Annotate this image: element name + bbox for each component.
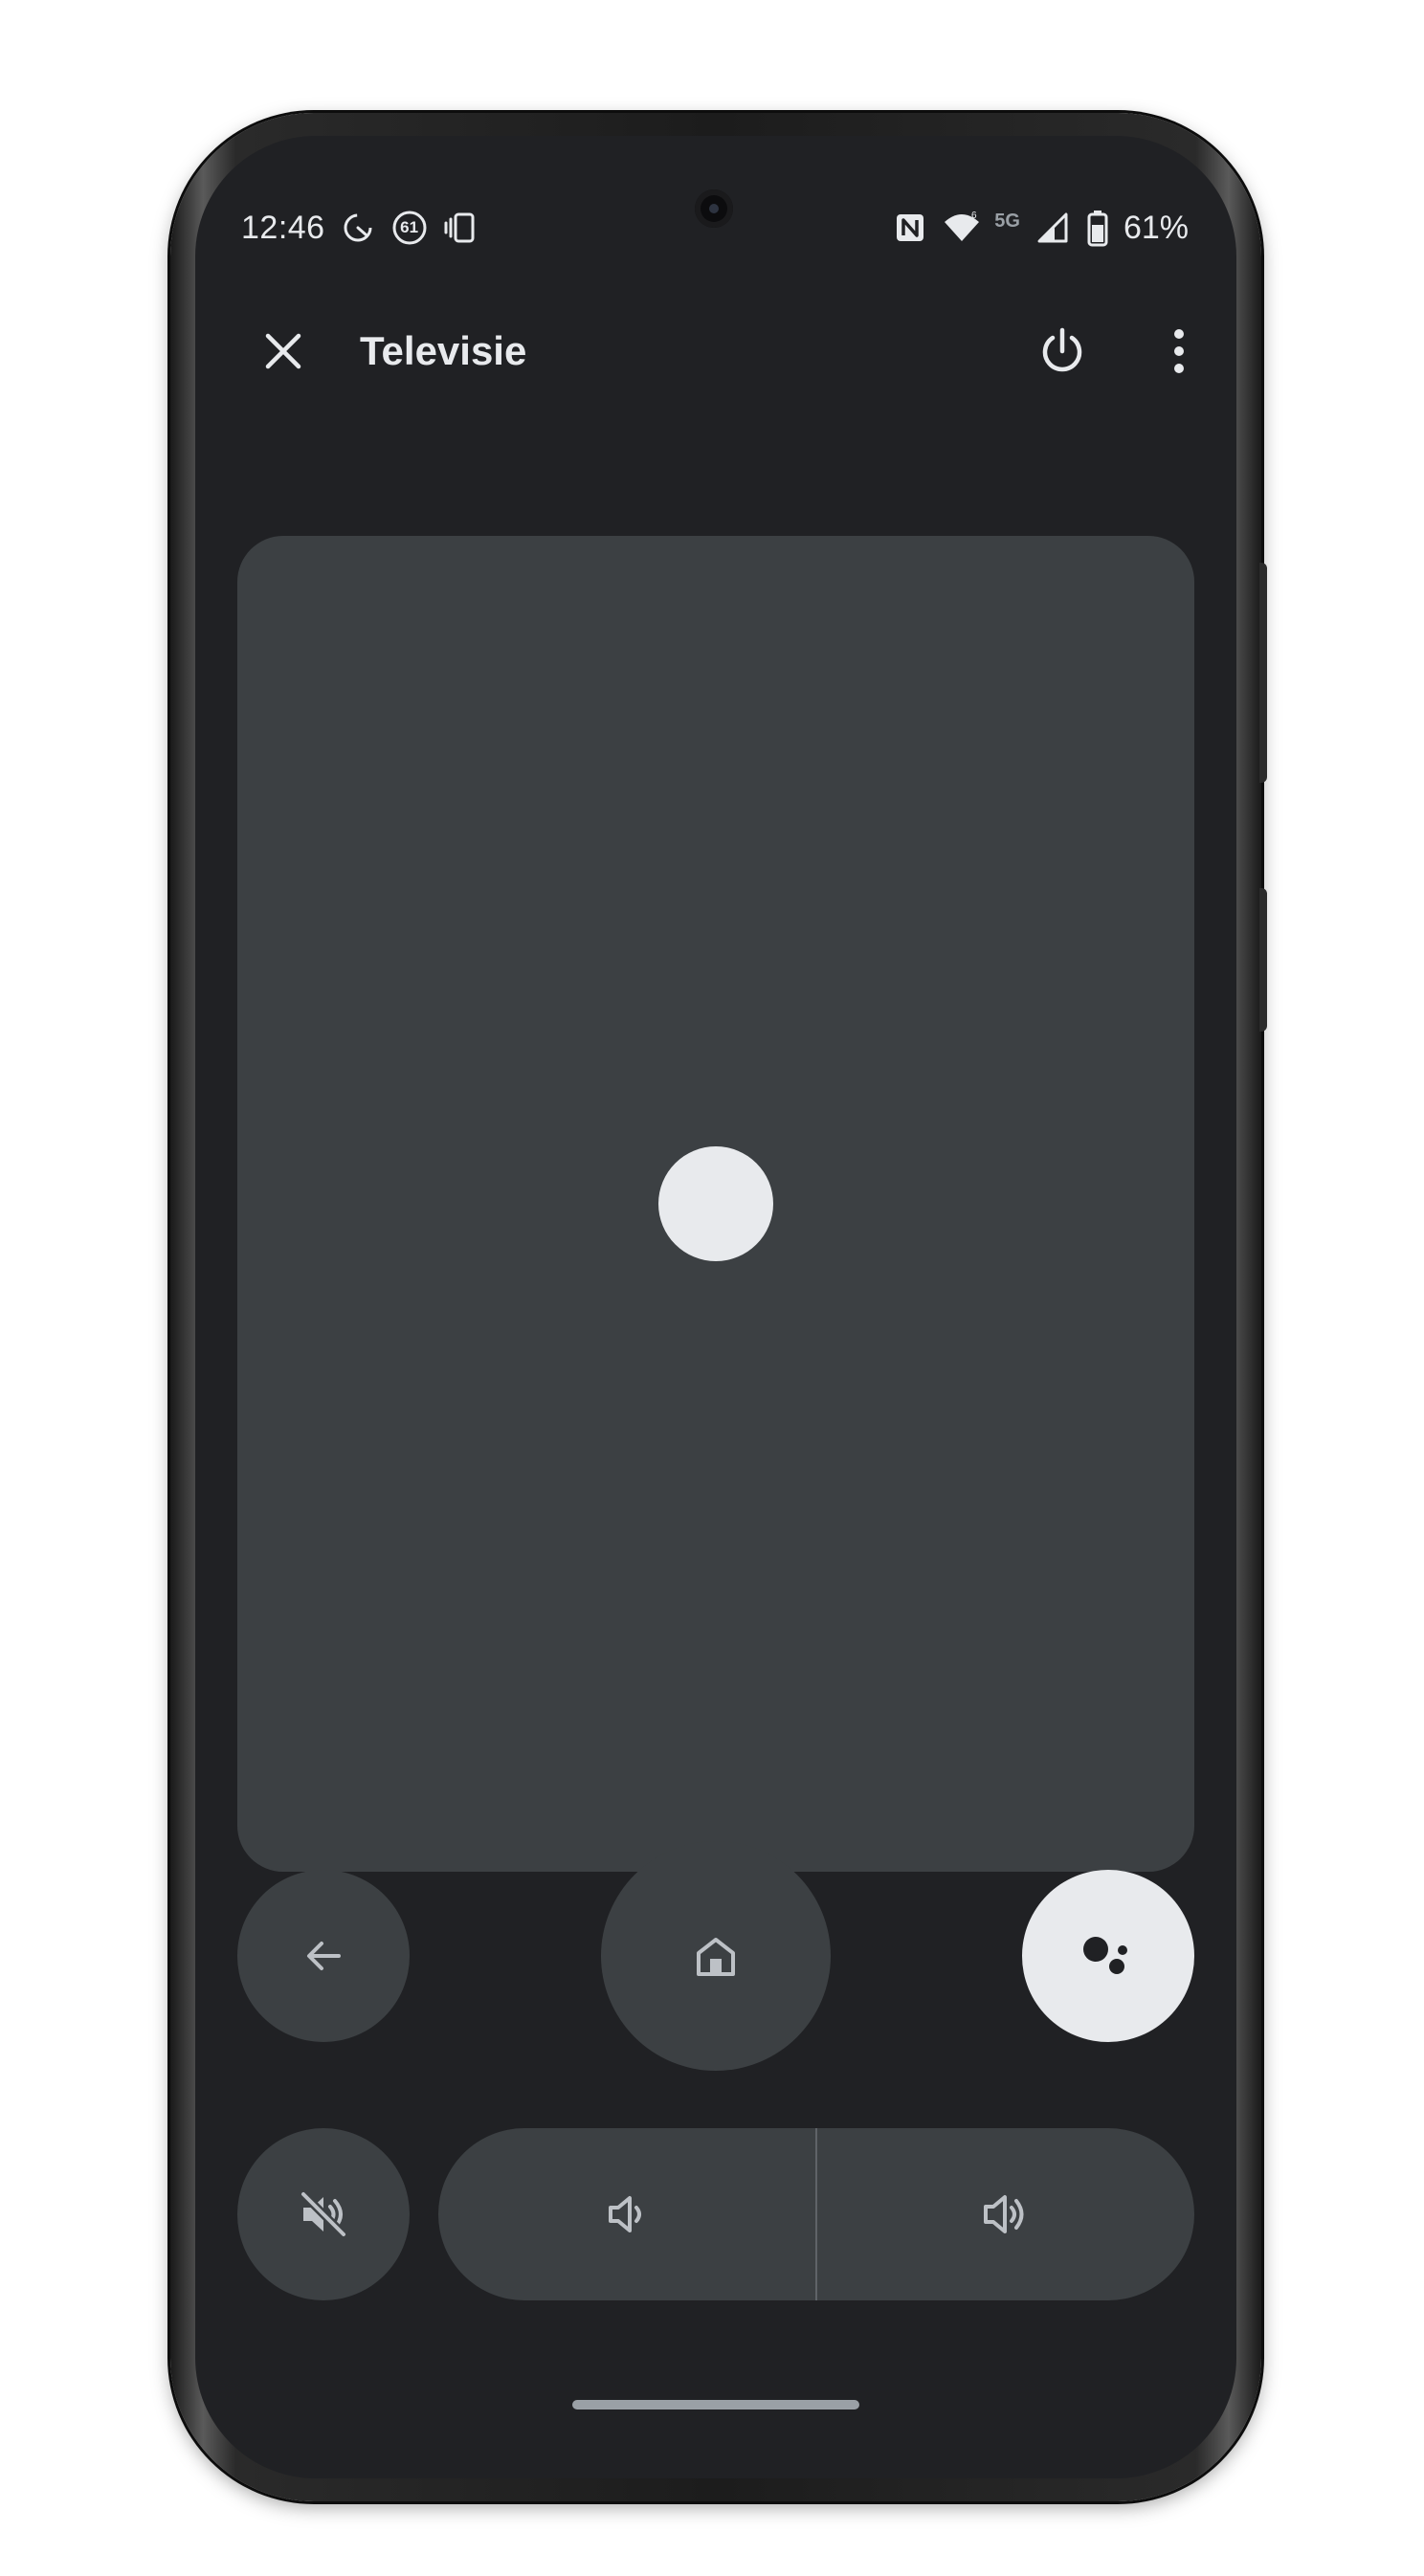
mute-button[interactable] <box>237 2128 410 2300</box>
volume-down-icon <box>609 2196 641 2232</box>
svg-text:6: 6 <box>971 211 977 221</box>
screen-rotate-icon <box>442 209 480 247</box>
power-button[interactable] <box>1020 309 1104 393</box>
status-time: 12:46 <box>241 209 325 246</box>
back-button[interactable] <box>237 1870 410 2042</box>
close-icon <box>265 333 301 369</box>
wifi-icon: 6 <box>943 209 981 247</box>
signal-icon <box>1034 209 1072 247</box>
status-right: 6 5G 61% <box>891 209 1189 247</box>
gesture-nav-bar[interactable] <box>572 2400 859 2409</box>
power-side-button <box>1259 563 1267 783</box>
volume-control <box>438 2128 1194 2300</box>
more-options-button[interactable] <box>1137 309 1221 393</box>
close-button[interactable] <box>241 309 325 393</box>
phone-screen: 12:46 61 6 5G 61% Televisie <box>195 136 1236 2478</box>
battery-icon <box>1085 209 1110 247</box>
status-left: 12:46 61 <box>241 209 480 247</box>
volume-side-button <box>1259 888 1267 1032</box>
status-bar: 12:46 61 6 5G 61% <box>241 201 1189 255</box>
phone-frame: 12:46 61 6 5G 61% Televisie <box>170 113 1267 2501</box>
notification-swirl-icon <box>339 209 377 247</box>
page-title: Televisie <box>360 328 527 373</box>
touchpad-cursor-dot <box>658 1146 773 1261</box>
volume-up-button[interactable] <box>817 2128 1194 2300</box>
home-button[interactable] <box>601 1841 831 2071</box>
assistant-icon <box>1083 1937 1127 1974</box>
battery-percent: 61% <box>1123 209 1189 246</box>
home-icon <box>697 1938 735 1976</box>
app-bar: Televisie <box>195 299 1236 404</box>
power-icon <box>1042 327 1082 372</box>
badge-61-text: 61 <box>400 218 419 236</box>
back-arrow-icon <box>307 1942 341 1970</box>
volume-up-icon <box>984 2195 1024 2233</box>
touchpad[interactable] <box>237 536 1194 1872</box>
network-type-label: 5G <box>994 210 1020 232</box>
more-vert-icon <box>1174 329 1184 373</box>
badge-61-icon: 61 <box>390 209 429 247</box>
nfc-icon <box>891 209 929 247</box>
volume-down-button[interactable] <box>438 2128 815 2300</box>
volume-mute-icon <box>299 2189 348 2239</box>
assistant-button[interactable] <box>1022 1870 1194 2042</box>
